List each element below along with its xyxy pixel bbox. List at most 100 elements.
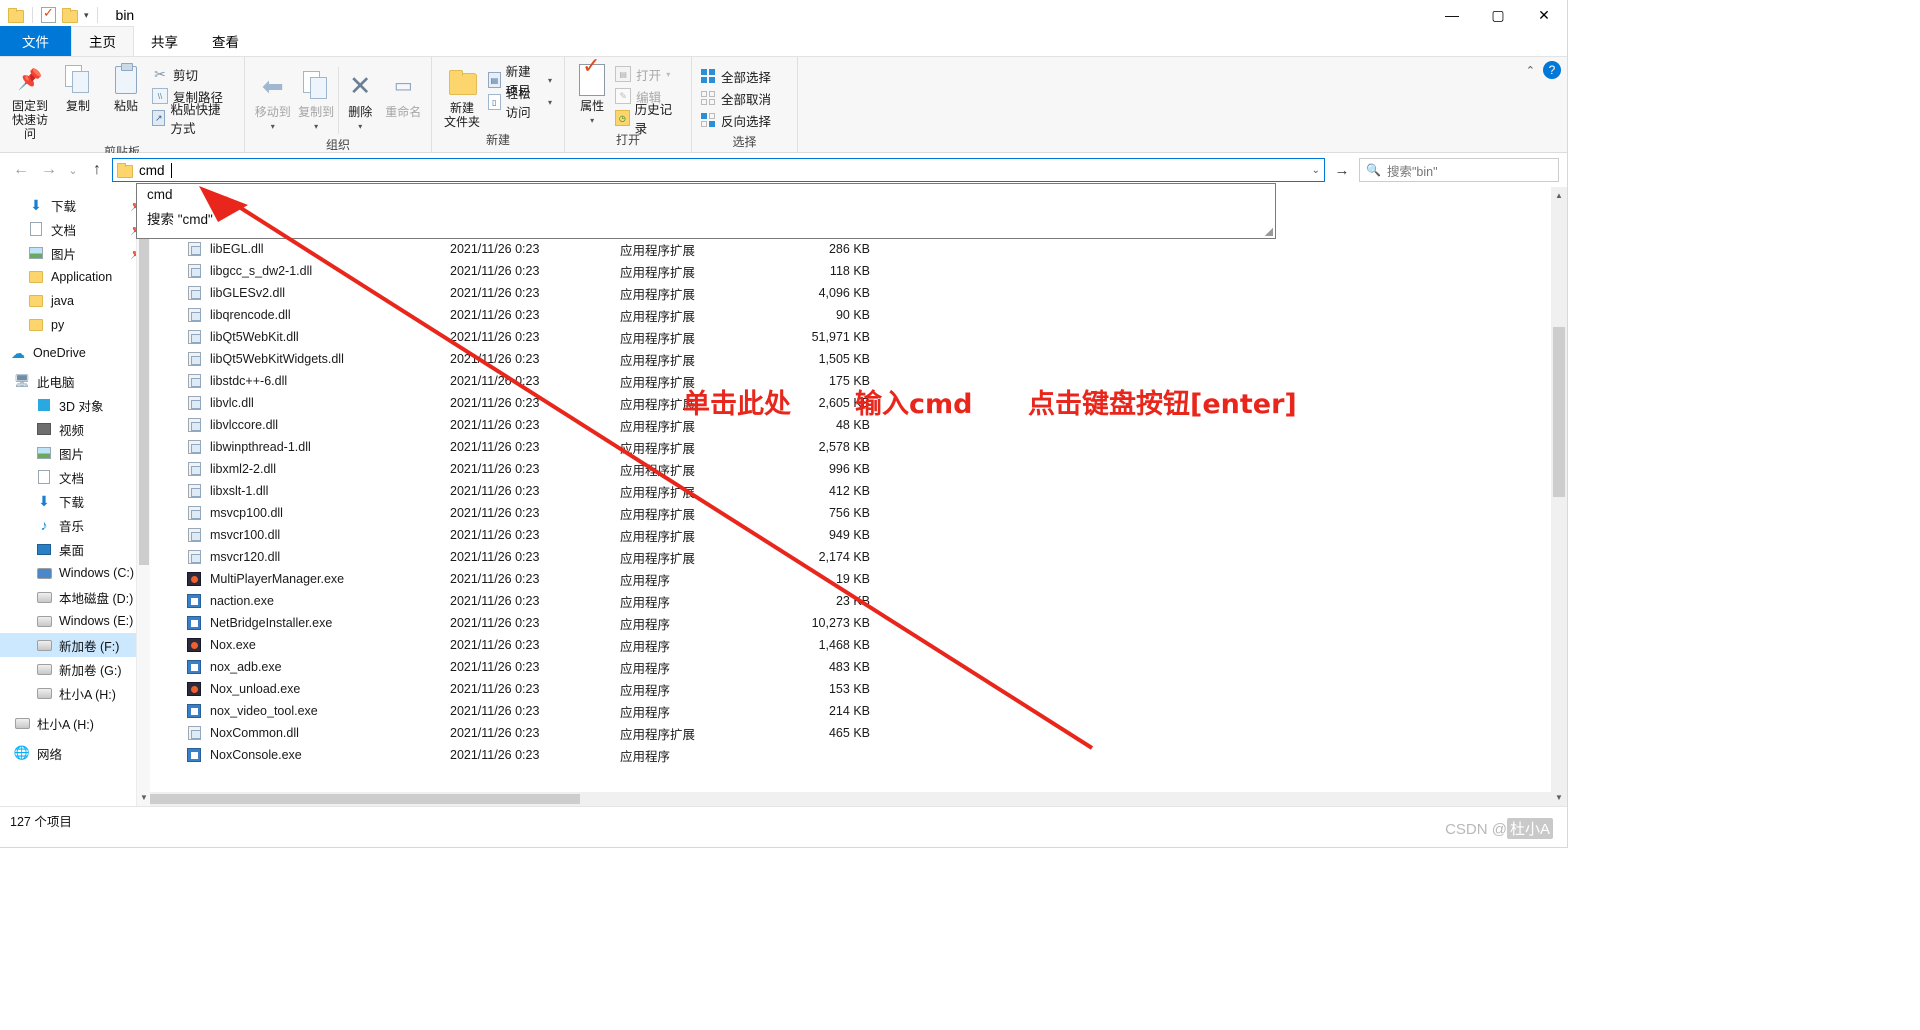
select-none-button[interactable]: 全部取消	[698, 87, 777, 109]
go-button[interactable]: →	[1327, 158, 1357, 182]
open-button[interactable]: ▤ 打开 ▾	[613, 63, 685, 85]
table-row[interactable]: NetBridgeInstaller.exe 2021/11/26 0:23 应用程…	[150, 612, 1567, 634]
file-list[interactable]: language.ini2021/11/26 0:23配置设置1 KBlibea…	[150, 187, 1567, 806]
sidebar-item-downloads[interactable]: ⬇ 下载 📌	[0, 193, 150, 217]
open-chevron-down-icon[interactable]: ▾	[666, 70, 670, 79]
forward-button[interactable]: →	[36, 157, 62, 183]
search-box[interactable]: 🔍 搜索"bin"	[1359, 158, 1559, 182]
cut-button[interactable]: ✂ 剪切	[150, 63, 238, 85]
rename-button[interactable]: ▭ 重命名	[382, 67, 425, 119]
new-folder-button[interactable]: 新建 文件夹	[438, 63, 486, 129]
table-row[interactable]: libQt5WebKitWidgets.dll 2021/11/26 0:23 应用…	[150, 348, 1567, 370]
history-button[interactable]: ◷ 历史记录	[613, 103, 685, 136]
sidebar-item-pictures[interactable]: 图片 📌	[0, 241, 150, 265]
sidebar-item-local-disk-d[interactable]: 本地磁盘 (D:)	[0, 585, 150, 609]
table-row[interactable]: libxml2-2.dll 2021/11/26 0:23 应用程序扩展 996 KB	[150, 458, 1567, 480]
file-list-horizontal-scrollbar[interactable]	[150, 792, 1551, 806]
sidebar-item-music[interactable]: ♪ 音乐	[0, 513, 150, 537]
table-row[interactable]: NoxConsole.exe 2021/11/26 0:23 应用程序	[150, 744, 1567, 766]
paste-button[interactable]: 粘贴	[102, 61, 150, 113]
minimize-button[interactable]: —	[1429, 0, 1475, 30]
tab-share[interactable]: 共享	[134, 27, 195, 56]
delete-chevron-down-icon[interactable]: ▾	[358, 120, 362, 134]
sidebar-item-this-pc[interactable]: 🖥 此电脑	[0, 369, 150, 393]
sidebar-item-network[interactable]: 🌐 网络	[0, 741, 150, 765]
pin-to-quick-access-button[interactable]: 📌 固定到 快速访问	[6, 61, 54, 141]
copy-to-button[interactable]: 复制到 ▾	[294, 67, 337, 134]
file-name-cell[interactable]: libGLESv2.dll	[150, 285, 450, 301]
scrollbar-thumb[interactable]	[1553, 327, 1565, 497]
table-row[interactable]: nox_adb.exe 2021/11/26 0:23 应用程序 483 KB	[150, 656, 1567, 678]
table-row[interactable]: Nox_unload.exe 2021/11/26 0:23 应用程序 153 KB	[150, 678, 1567, 700]
file-name-cell[interactable]: libEGL.dll	[150, 241, 450, 257]
file-name-cell[interactable]: libvlc.dll	[150, 395, 450, 411]
back-button[interactable]: ←	[8, 157, 34, 183]
file-name-cell[interactable]: nox_adb.exe	[150, 659, 450, 675]
table-row[interactable]: libQt5WebKit.dll 2021/11/26 0:23 应用程序扩展 51,…	[150, 326, 1567, 348]
tab-file[interactable]: 文件	[0, 26, 71, 56]
recent-locations-button[interactable]: ⌄	[64, 157, 82, 183]
file-name-cell[interactable]: naction.exe	[150, 593, 450, 609]
new-item-chevron-down-icon[interactable]: ▾	[548, 76, 552, 85]
sidebar-item-windows-c[interactable]: Windows (C:)	[0, 561, 150, 585]
table-row[interactable]: msvcr100.dll 2021/11/26 0:23 应用程序扩展 949 KB	[150, 524, 1567, 546]
copy-to-chevron-down-icon[interactable]: ▾	[314, 120, 318, 134]
address-chevron-down-icon[interactable]: ⌄	[1312, 165, 1320, 176]
help-icon[interactable]: ?	[1543, 61, 1561, 79]
file-name-cell[interactable]: libxml2-2.dll	[150, 461, 450, 477]
properties-quick-icon[interactable]	[41, 5, 56, 23]
file-name-cell[interactable]: NoxCommon.dll	[150, 725, 450, 741]
file-name-cell[interactable]: libwinpthread-1.dll	[150, 439, 450, 455]
suggestion-item-cmd[interactable]: cmd	[137, 184, 1275, 205]
sidebar-item-documents[interactable]: 文档 📌	[0, 217, 150, 241]
sidebar-item-py[interactable]: py	[0, 313, 150, 337]
file-name-cell[interactable]: libgcc_s_dw2-1.dll	[150, 263, 450, 279]
file-name-cell[interactable]: msvcr100.dll	[150, 527, 450, 543]
address-suggestion-dropdown[interactable]: cmd 搜索 "cmd"	[136, 183, 1276, 239]
file-name-cell[interactable]: Nox_unload.exe	[150, 681, 450, 697]
table-row[interactable]: naction.exe 2021/11/26 0:23 应用程序 23 KB	[150, 590, 1567, 612]
tab-home[interactable]: 主页	[71, 26, 134, 56]
navigation-pane-scrollbar[interactable]: ▲ ▼	[136, 187, 150, 806]
sidebar-item-duxiaoa-h[interactable]: 杜小A (H:)	[0, 681, 150, 705]
tab-view[interactable]: 查看	[195, 27, 256, 56]
new-folder-quick-icon[interactable]	[62, 8, 78, 23]
properties-chevron-down-icon[interactable]: ▾	[590, 114, 594, 128]
easy-access-chevron-down-icon[interactable]: ▾	[548, 98, 552, 107]
sidebar-item-new-volume-f[interactable]: 新加卷 (F:)	[0, 633, 150, 657]
file-name-cell[interactable]: MultiPlayerManager.exe	[150, 571, 450, 587]
sidebar-item-new-volume-g[interactable]: 新加卷 (G:)	[0, 657, 150, 681]
scroll-up-icon[interactable]: ▲	[1551, 187, 1567, 204]
sidebar-item-videos[interactable]: 视频	[0, 417, 150, 441]
collapse-ribbon-icon[interactable]: ⌃	[1526, 64, 1535, 77]
scrollbar-thumb-horizontal[interactable]	[150, 794, 580, 804]
scroll-down-icon[interactable]: ▼	[137, 788, 150, 806]
file-list-scrollbar[interactable]: ▲ ▼	[1551, 187, 1567, 806]
move-to-button[interactable]: ⬅ 移动到 ▾	[251, 67, 294, 134]
file-name-cell[interactable]: libQt5WebKit.dll	[150, 329, 450, 345]
sidebar-item-duxiaoa-h-root[interactable]: 杜小A (H:)	[0, 711, 150, 735]
file-name-cell[interactable]: Nox.exe	[150, 637, 450, 653]
copy-button[interactable]: 复制	[54, 61, 102, 113]
table-row[interactable]: msvcp100.dll 2021/11/26 0:23 应用程序扩展 756 KB	[150, 502, 1567, 524]
paste-shortcut-button[interactable]: ↗ 粘贴快捷方式	[150, 103, 238, 136]
file-name-cell[interactable]: libvlccore.dll	[150, 417, 450, 433]
table-row[interactable]: libxslt-1.dll 2021/11/26 0:23 应用程序扩展 412 KB	[150, 480, 1567, 502]
table-row[interactable]: libGLESv2.dll 2021/11/26 0:23 应用程序扩展 4,096 …	[150, 282, 1567, 304]
suggestion-item-search-cmd[interactable]: 搜索 "cmd"	[137, 205, 1275, 231]
sidebar-item-desktop[interactable]: 桌面	[0, 537, 150, 561]
file-name-cell[interactable]: NoxConsole.exe	[150, 747, 450, 763]
table-row[interactable]: NoxCommon.dll 2021/11/26 0:23 应用程序扩展 465 KB	[150, 722, 1567, 744]
table-row[interactable]: libqrencode.dll 2021/11/26 0:23 应用程序扩展 90 K…	[150, 304, 1567, 326]
scrollbar-thumb[interactable]	[139, 205, 149, 565]
file-name-cell[interactable]: NetBridgeInstaller.exe	[150, 615, 450, 631]
file-name-cell[interactable]: libqrencode.dll	[150, 307, 450, 323]
up-button[interactable]: ↑	[84, 157, 110, 183]
easy-access-button[interactable]: ▯ 轻松访问 ▾	[486, 87, 558, 120]
sidebar-item-java[interactable]: java	[0, 289, 150, 313]
move-to-chevron-down-icon[interactable]: ▾	[271, 120, 275, 134]
close-button[interactable]: ✕	[1521, 0, 1567, 30]
table-row[interactable]: libgcc_s_dw2-1.dll 2021/11/26 0:23 应用程序扩展 1…	[150, 260, 1567, 282]
invert-selection-button[interactable]: 反向选择	[698, 109, 777, 131]
file-name-cell[interactable]: libQt5WebKitWidgets.dll	[150, 351, 450, 367]
